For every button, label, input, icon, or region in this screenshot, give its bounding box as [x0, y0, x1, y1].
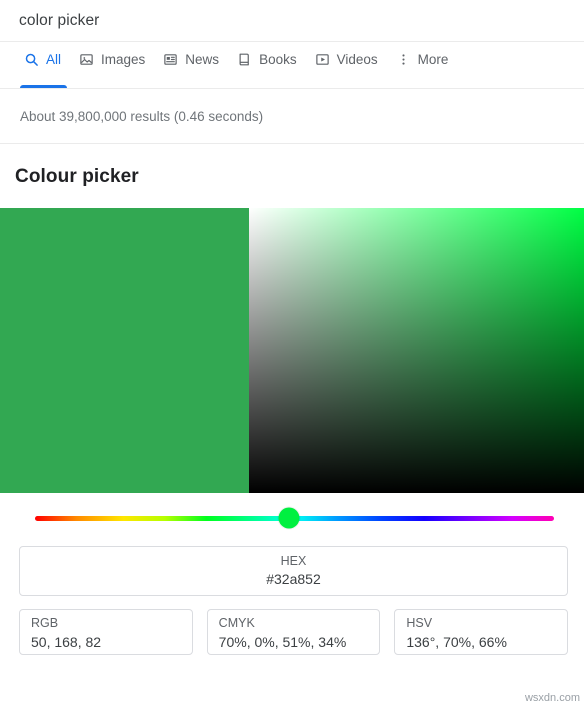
search-input[interactable]: color picker [19, 12, 99, 30]
tab-news[interactable]: News [155, 42, 229, 88]
results-count: About 39,800,000 results (0.46 seconds) [0, 89, 584, 144]
cmyk-value: 70%, 0%, 51%, 34% [218, 634, 347, 650]
hue-slider-track[interactable] [35, 507, 554, 529]
tab-all[interactable]: All [16, 42, 71, 88]
book-icon [237, 52, 252, 79]
hue-slider-knob[interactable] [278, 507, 300, 529]
selected-color-preview [0, 208, 249, 493]
rgb-label: RGB [31, 616, 59, 630]
video-icon [315, 52, 330, 79]
tab-images-label: Images [101, 51, 146, 67]
cmyk-label: CMYK [218, 616, 255, 630]
tab-news-label: News [185, 51, 220, 67]
color-value-fields: RGB 50, 168, 82 CMYK 70%, 0%, 51%, 34% H… [0, 596, 584, 655]
search-bar[interactable]: color picker [0, 0, 584, 42]
hsv-label: HSV [406, 616, 433, 630]
tab-books[interactable]: Books [229, 42, 307, 88]
hex-field[interactable]: HEX #32a852 [19, 546, 568, 596]
hue-slider[interactable] [0, 493, 584, 543]
tab-videos-label: Videos [336, 51, 378, 67]
search-icon [24, 52, 39, 79]
widget-title: Colour picker [15, 166, 139, 187]
hex-value: #32a852 [266, 571, 321, 587]
hex-label: HEX [280, 554, 307, 568]
hsv-field[interactable]: HSV 136°, 70%, 66% [394, 609, 569, 655]
tab-all-label: All [46, 51, 62, 67]
color-swatch-row [0, 208, 584, 493]
rgb-field[interactable]: RGB 50, 168, 82 [19, 609, 193, 655]
cmyk-field[interactable]: CMYK 70%, 0%, 51%, 34% [206, 609, 381, 655]
rgb-value: 50, 168, 82 [31, 634, 102, 650]
image-icon [79, 52, 94, 79]
news-icon [163, 52, 178, 79]
tab-books-label: Books [259, 51, 297, 67]
tab-more-label: More [417, 51, 449, 67]
watermark: wsxdn.com [524, 692, 580, 704]
tab-more[interactable]: More [388, 42, 459, 88]
tab-images[interactable]: Images [71, 42, 155, 88]
tab-videos[interactable]: Videos [307, 42, 388, 88]
hsv-value: 136°, 70%, 66% [406, 634, 507, 650]
search-tabs: All Images News Books Videos More [0, 42, 584, 89]
more-vertical-icon [396, 52, 411, 79]
saturation-value-gradient[interactable] [249, 208, 584, 493]
